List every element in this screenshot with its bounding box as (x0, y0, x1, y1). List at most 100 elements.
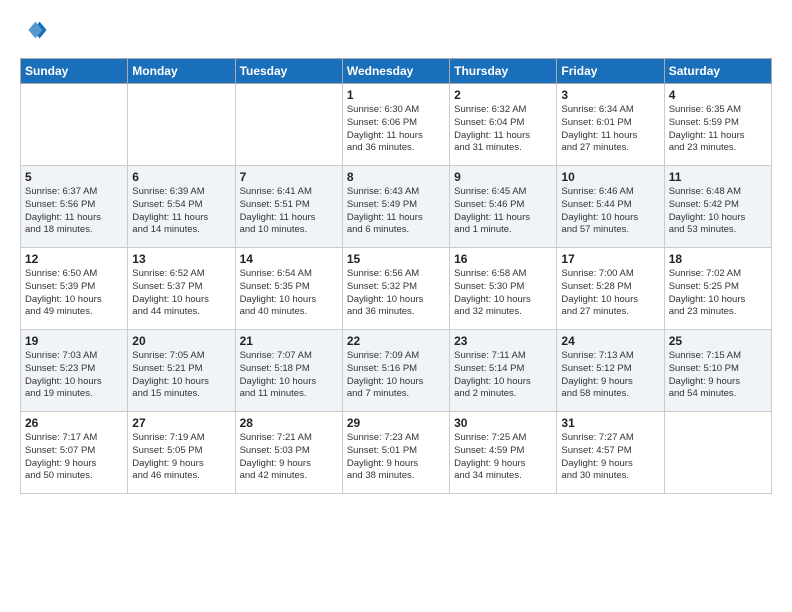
weekday-header-thursday: Thursday (450, 59, 557, 84)
calendar-week-2: 5 Sunrise: 6:37 AM Sunset: 5:56 PM Daylig… (21, 166, 772, 248)
day-info: Sunrise: 6:56 AM Sunset: 5:32 PM Dayligh… (347, 268, 445, 319)
calendar-table: SundayMondayTuesdayWednesdayThursdayFrid… (20, 58, 772, 494)
calendar-cell: 14 Sunrise: 6:54 AM Sunset: 5:35 PM Dayli… (235, 248, 342, 330)
calendar-week-5: 26Sunrise: 7:17 AM Sunset: 5:07 PM Dayli… (21, 412, 772, 494)
weekday-header-tuesday: Tuesday (235, 59, 342, 84)
day-number: 7 (240, 170, 338, 184)
day-info: Sunrise: 7:19 AM Sunset: 5:05 PM Dayligh… (132, 432, 230, 483)
day-info: Sunrise: 7:27 AM Sunset: 4:57 PM Dayligh… (561, 432, 659, 483)
day-number: 17 (561, 252, 659, 266)
logo (20, 16, 50, 44)
calendar-cell: 30 Sunrise: 7:25 AM Sunset: 4:59 PM Dayli… (450, 412, 557, 494)
day-number: 10 (561, 170, 659, 184)
day-number: 12 (25, 252, 123, 266)
calendar-cell: 15 Sunrise: 6:56 AM Sunset: 5:32 PM Dayli… (342, 248, 449, 330)
calendar-cell (235, 84, 342, 166)
day-number: 13 (132, 252, 230, 266)
weekday-header-saturday: Saturday (664, 59, 771, 84)
day-number: 21 (240, 334, 338, 348)
day-info: Sunrise: 7:00 AM Sunset: 5:28 PM Dayligh… (561, 268, 659, 319)
day-number: 6 (132, 170, 230, 184)
page: SundayMondayTuesdayWednesdayThursdayFrid… (0, 0, 792, 504)
calendar-cell: 23Sunrise: 7:11 AM Sunset: 5:14 PM Dayli… (450, 330, 557, 412)
calendar-cell: 4 Sunrise: 6:35 AM Sunset: 5:59 PM Daylig… (664, 84, 771, 166)
day-number: 9 (454, 170, 552, 184)
day-info: Sunrise: 6:58 AM Sunset: 5:30 PM Dayligh… (454, 268, 552, 319)
day-info: Sunrise: 7:02 AM Sunset: 5:25 PM Dayligh… (669, 268, 767, 319)
calendar-cell: 25 Sunrise: 7:15 AM Sunset: 5:10 PM Dayli… (664, 330, 771, 412)
day-number: 14 (240, 252, 338, 266)
day-info: Sunrise: 6:30 AM Sunset: 6:06 PM Dayligh… (347, 104, 445, 155)
day-number: 23 (454, 334, 552, 348)
day-number: 4 (669, 88, 767, 102)
day-info: Sunrise: 6:54 AM Sunset: 5:35 PM Dayligh… (240, 268, 338, 319)
day-number: 8 (347, 170, 445, 184)
day-number: 19 (25, 334, 123, 348)
calendar-week-4: 19 Sunrise: 7:03 AM Sunset: 5:23 PM Dayli… (21, 330, 772, 412)
calendar-cell: 26Sunrise: 7:17 AM Sunset: 5:07 PM Dayli… (21, 412, 128, 494)
calendar-cell: 19 Sunrise: 7:03 AM Sunset: 5:23 PM Dayli… (21, 330, 128, 412)
day-info: Sunrise: 7:07 AM Sunset: 5:18 PM Dayligh… (240, 350, 338, 401)
calendar-cell: 12 Sunrise: 6:50 AM Sunset: 5:39 PM Dayli… (21, 248, 128, 330)
day-info: Sunrise: 6:50 AM Sunset: 5:39 PM Dayligh… (25, 268, 123, 319)
day-info: Sunrise: 6:45 AM Sunset: 5:46 PM Dayligh… (454, 186, 552, 237)
calendar-cell: 7 Sunrise: 6:41 AM Sunset: 5:51 PM Daylig… (235, 166, 342, 248)
calendar-cell: 22 Sunrise: 7:09 AM Sunset: 5:16 PM Dayli… (342, 330, 449, 412)
day-info: Sunrise: 7:15 AM Sunset: 5:10 PM Dayligh… (669, 350, 767, 401)
day-number: 20 (132, 334, 230, 348)
day-number: 16 (454, 252, 552, 266)
calendar-cell: 16 Sunrise: 6:58 AM Sunset: 5:30 PM Dayli… (450, 248, 557, 330)
day-info: Sunrise: 7:09 AM Sunset: 5:16 PM Dayligh… (347, 350, 445, 401)
day-info: Sunrise: 6:52 AM Sunset: 5:37 PM Dayligh… (132, 268, 230, 319)
calendar-cell: 11Sunrise: 6:48 AM Sunset: 5:42 PM Dayli… (664, 166, 771, 248)
calendar-cell (664, 412, 771, 494)
day-number: 30 (454, 416, 552, 430)
calendar-cell: 29 Sunrise: 7:23 AM Sunset: 5:01 PM Dayli… (342, 412, 449, 494)
calendar-cell: 6 Sunrise: 6:39 AM Sunset: 5:54 PM Daylig… (128, 166, 235, 248)
day-number: 27 (132, 416, 230, 430)
calendar-cell: 3 Sunrise: 6:34 AM Sunset: 6:01 PM Daylig… (557, 84, 664, 166)
calendar-cell: 18Sunrise: 7:02 AM Sunset: 5:25 PM Dayli… (664, 248, 771, 330)
weekday-header-monday: Monday (128, 59, 235, 84)
day-number: 3 (561, 88, 659, 102)
day-info: Sunrise: 6:41 AM Sunset: 5:51 PM Dayligh… (240, 186, 338, 237)
day-info: Sunrise: 6:34 AM Sunset: 6:01 PM Dayligh… (561, 104, 659, 155)
weekday-header-wednesday: Wednesday (342, 59, 449, 84)
calendar-cell: 5 Sunrise: 6:37 AM Sunset: 5:56 PM Daylig… (21, 166, 128, 248)
calendar-cell: 10 Sunrise: 6:46 AM Sunset: 5:44 PM Dayli… (557, 166, 664, 248)
calendar-cell: 27 Sunrise: 7:19 AM Sunset: 5:05 PM Dayli… (128, 412, 235, 494)
calendar-cell (21, 84, 128, 166)
day-number: 26 (25, 416, 123, 430)
weekday-header-friday: Friday (557, 59, 664, 84)
calendar-cell: 24Sunrise: 7:13 AM Sunset: 5:12 PM Dayli… (557, 330, 664, 412)
day-number: 1 (347, 88, 445, 102)
calendar-cell: 17 Sunrise: 7:00 AM Sunset: 5:28 PM Dayli… (557, 248, 664, 330)
day-info: Sunrise: 7:25 AM Sunset: 4:59 PM Dayligh… (454, 432, 552, 483)
day-info: Sunrise: 6:32 AM Sunset: 6:04 PM Dayligh… (454, 104, 552, 155)
day-info: Sunrise: 7:03 AM Sunset: 5:23 PM Dayligh… (25, 350, 123, 401)
day-number: 2 (454, 88, 552, 102)
header (20, 16, 772, 44)
day-number: 25 (669, 334, 767, 348)
calendar-cell: 9 Sunrise: 6:45 AM Sunset: 5:46 PM Daylig… (450, 166, 557, 248)
day-info: Sunrise: 6:35 AM Sunset: 5:59 PM Dayligh… (669, 104, 767, 155)
calendar-week-3: 12 Sunrise: 6:50 AM Sunset: 5:39 PM Dayli… (21, 248, 772, 330)
day-number: 24 (561, 334, 659, 348)
day-number: 15 (347, 252, 445, 266)
calendar-cell: 28Sunrise: 7:21 AM Sunset: 5:03 PM Dayli… (235, 412, 342, 494)
day-info: Sunrise: 7:21 AM Sunset: 5:03 PM Dayligh… (240, 432, 338, 483)
day-number: 31 (561, 416, 659, 430)
calendar-cell: 2 Sunrise: 6:32 AM Sunset: 6:04 PM Daylig… (450, 84, 557, 166)
day-number: 11 (669, 170, 767, 184)
day-number: 22 (347, 334, 445, 348)
day-info: Sunrise: 6:39 AM Sunset: 5:54 PM Dayligh… (132, 186, 230, 237)
day-info: Sunrise: 7:23 AM Sunset: 5:01 PM Dayligh… (347, 432, 445, 483)
calendar-week-1: 1 Sunrise: 6:30 AM Sunset: 6:06 PM Daylig… (21, 84, 772, 166)
day-info: Sunrise: 6:43 AM Sunset: 5:49 PM Dayligh… (347, 186, 445, 237)
logo-icon (20, 16, 48, 44)
day-info: Sunrise: 6:46 AM Sunset: 5:44 PM Dayligh… (561, 186, 659, 237)
day-number: 5 (25, 170, 123, 184)
day-info: Sunrise: 6:37 AM Sunset: 5:56 PM Dayligh… (25, 186, 123, 237)
day-number: 29 (347, 416, 445, 430)
calendar-header-row: SundayMondayTuesdayWednesdayThursdayFrid… (21, 59, 772, 84)
